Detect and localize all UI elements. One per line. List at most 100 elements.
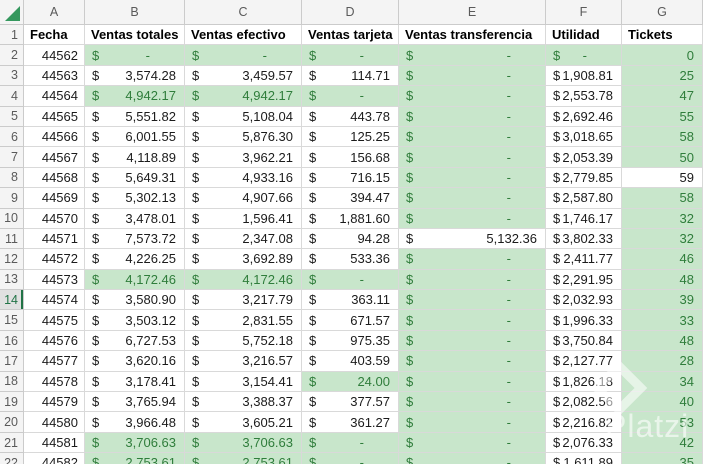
cell-E6[interactable]: $ -	[399, 126, 546, 148]
cell-C16[interactable]: $5,752.18	[185, 330, 302, 352]
cell-B14[interactable]: $3,580.90	[85, 290, 185, 311]
cell-B11[interactable]: $7,573.72	[85, 228, 185, 250]
col-header-B[interactable]: B	[85, 0, 185, 25]
col-header-G[interactable]: G	[622, 0, 703, 25]
cell-E5[interactable]: $ -	[399, 106, 546, 127]
cell-E22[interactable]: $ -	[399, 453, 546, 464]
cell-A18[interactable]: 44578	[24, 371, 85, 393]
row-header-17[interactable]: 17	[0, 351, 24, 372]
cell-B20[interactable]: $3,966.48	[85, 412, 185, 433]
cell-F17[interactable]: $2,127.77	[546, 351, 622, 372]
select-all-corner[interactable]	[0, 0, 24, 25]
cell-B19[interactable]: $3,765.94	[85, 392, 185, 413]
col-header-D[interactable]: D	[302, 0, 399, 25]
cell-F14[interactable]: $2,032.93	[546, 290, 622, 311]
cell-E17[interactable]: $ -	[399, 351, 546, 372]
cell-A11[interactable]: 44571	[24, 228, 85, 250]
cell-B10[interactable]: $3,478.01	[85, 208, 185, 229]
cell-G9[interactable]: 58	[622, 188, 703, 209]
cell-C3[interactable]: $3,459.57	[185, 65, 302, 87]
cell-C10[interactable]: $1,596.41	[185, 208, 302, 229]
cell-A8[interactable]: 44568	[24, 167, 85, 189]
cell-G7[interactable]: 50	[622, 147, 703, 168]
row-header-3[interactable]: 3	[0, 65, 24, 87]
cell-F12[interactable]: $2,411.77	[546, 249, 622, 270]
cell-E21[interactable]: $ -	[399, 432, 546, 454]
cell-E2[interactable]: $ -	[399, 45, 546, 66]
cell-E10[interactable]: $ -	[399, 208, 546, 229]
cell-A19[interactable]: 44579	[24, 392, 85, 413]
cell-D9[interactable]: $394.47	[302, 188, 399, 209]
cell-D7[interactable]: $156.68	[302, 147, 399, 168]
cell-G21[interactable]: 42	[622, 432, 703, 454]
row-header-7[interactable]: 7	[0, 147, 24, 168]
cell-G15[interactable]: 33	[622, 310, 703, 331]
cell-A2[interactable]: 44562	[24, 45, 85, 66]
cell-B3[interactable]: $3,574.28	[85, 65, 185, 87]
cell-E4[interactable]: $ -	[399, 86, 546, 107]
cell-D1[interactable]: Ventas tarjeta	[302, 25, 399, 46]
cell-E1[interactable]: Ventas transferencia	[399, 25, 546, 46]
cell-F16[interactable]: $3,750.84	[546, 330, 622, 352]
cell-C6[interactable]: $5,876.30	[185, 126, 302, 148]
cell-E7[interactable]: $ -	[399, 147, 546, 168]
cell-C13[interactable]: $4,172.46	[185, 269, 302, 291]
cell-G6[interactable]: 58	[622, 126, 703, 148]
cell-D5[interactable]: $443.78	[302, 106, 399, 127]
cell-A20[interactable]: 44580	[24, 412, 85, 433]
cell-E16[interactable]: $ -	[399, 330, 546, 352]
col-header-F[interactable]: F	[546, 0, 622, 25]
cell-F3[interactable]: $1,908.81	[546, 65, 622, 87]
cell-A21[interactable]: 44581	[24, 432, 85, 454]
cell-E14[interactable]: $ -	[399, 290, 546, 311]
cell-C22[interactable]: $2,753.61	[185, 453, 302, 464]
cell-G10[interactable]: 32	[622, 208, 703, 229]
cell-A16[interactable]: 44576	[24, 330, 85, 352]
col-header-A[interactable]: A	[24, 0, 85, 25]
row-header-5[interactable]: 5	[0, 106, 24, 127]
row-header-9[interactable]: 9	[0, 188, 24, 209]
cell-C2[interactable]: $ -	[185, 45, 302, 66]
cell-C18[interactable]: $3,154.41	[185, 371, 302, 393]
cell-E15[interactable]: $ -	[399, 310, 546, 331]
row-header-11[interactable]: 11	[0, 228, 24, 250]
row-header-22[interactable]: 22	[0, 453, 24, 464]
row-header-18[interactable]: 18	[0, 371, 24, 393]
cell-F15[interactable]: $1,996.33	[546, 310, 622, 331]
cell-C7[interactable]: $3,962.21	[185, 147, 302, 168]
cell-A10[interactable]: 44570	[24, 208, 85, 229]
row-header-6[interactable]: 6	[0, 126, 24, 148]
cell-G4[interactable]: 47	[622, 86, 703, 107]
row-header-16[interactable]: 16	[0, 330, 24, 352]
cell-C15[interactable]: $2,831.55	[185, 310, 302, 331]
cell-D16[interactable]: $975.35	[302, 330, 399, 352]
cell-B2[interactable]: $ -	[85, 45, 185, 66]
col-header-C[interactable]: C	[185, 0, 302, 25]
cell-C1[interactable]: Ventas efectivo	[185, 25, 302, 46]
row-header-1[interactable]: 1	[0, 25, 24, 46]
cell-E8[interactable]: $ -	[399, 167, 546, 189]
cell-F19[interactable]: $2,082.56	[546, 392, 622, 413]
cell-F2[interactable]: $ -	[546, 45, 622, 66]
cell-D21[interactable]: $ -	[302, 432, 399, 454]
cell-D11[interactable]: $94.28	[302, 228, 399, 250]
cell-B12[interactable]: $4,226.25	[85, 249, 185, 270]
cell-A13[interactable]: 44573	[24, 269, 85, 291]
cell-C17[interactable]: $3,216.57	[185, 351, 302, 372]
cell-C9[interactable]: $4,907.66	[185, 188, 302, 209]
cell-G2[interactable]: 0	[622, 45, 703, 66]
cell-E18[interactable]: $ -	[399, 371, 546, 393]
cell-E19[interactable]: $ -	[399, 392, 546, 413]
cell-G5[interactable]: 55	[622, 106, 703, 127]
cell-C12[interactable]: $3,692.89	[185, 249, 302, 270]
cell-B22[interactable]: $2,753.61	[85, 453, 185, 464]
cell-D18[interactable]: $24.00	[302, 371, 399, 393]
row-header-21[interactable]: 21	[0, 432, 24, 454]
row-header-8[interactable]: 8	[0, 167, 24, 189]
cell-A1[interactable]: Fecha	[24, 25, 85, 46]
cell-D15[interactable]: $671.57	[302, 310, 399, 331]
cell-B16[interactable]: $6,727.53	[85, 330, 185, 352]
cell-F22[interactable]: $1,611.89	[546, 453, 622, 464]
cell-E9[interactable]: $ -	[399, 188, 546, 209]
cell-E13[interactable]: $ -	[399, 269, 546, 291]
